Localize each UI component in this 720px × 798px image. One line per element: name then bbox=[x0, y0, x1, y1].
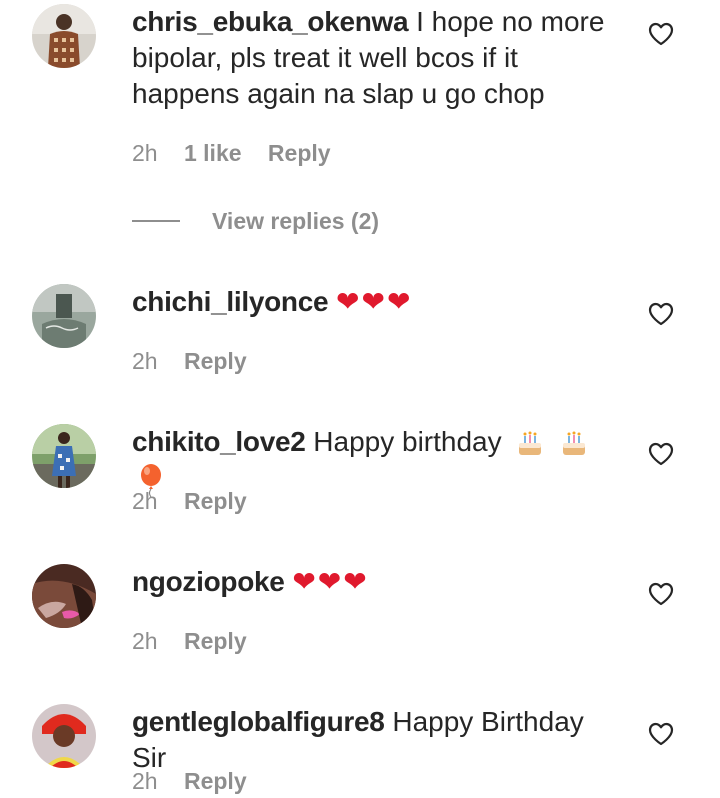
view-replies-button[interactable]: View replies (2) bbox=[132, 206, 379, 236]
comment-time: 2h bbox=[132, 628, 158, 654]
comment-time: 2h bbox=[132, 140, 158, 166]
comment-meta: 2h Reply bbox=[132, 768, 267, 795]
heart-outline-icon[interactable] bbox=[648, 582, 674, 606]
comment-time: 2h bbox=[132, 488, 158, 514]
comment-body: chris_ebuka_okenwa I hope no more bipola… bbox=[132, 4, 622, 112]
heart-outline-icon[interactable] bbox=[648, 302, 674, 326]
birthday-cake-emoji-icon bbox=[519, 431, 542, 455]
user-avatar-icon bbox=[32, 284, 96, 348]
user-avatar-icon bbox=[32, 564, 96, 628]
red-heart-emoji: ❤❤❤ bbox=[336, 285, 413, 318]
comment-username[interactable]: ngoziopoke bbox=[132, 566, 285, 597]
view-replies-label: View replies (2) bbox=[212, 207, 380, 234]
reply-button[interactable]: Reply bbox=[184, 768, 247, 794]
avatar[interactable] bbox=[32, 704, 96, 768]
comment-meta: 2h Reply bbox=[132, 348, 267, 375]
red-heart-emoji: ❤❤❤ bbox=[292, 565, 369, 598]
reply-button[interactable]: Reply bbox=[268, 140, 331, 166]
comment-body: chichi_lilyonce ❤❤❤ bbox=[132, 284, 622, 320]
avatar[interactable] bbox=[32, 4, 96, 68]
heart-outline-icon[interactable] bbox=[648, 722, 674, 746]
heart-outline-icon[interactable] bbox=[648, 22, 674, 46]
reply-button[interactable]: Reply bbox=[184, 488, 247, 514]
birthday-cake-emoji-icon bbox=[563, 431, 586, 455]
reply-button[interactable]: Reply bbox=[184, 348, 247, 374]
comment-time: 2h bbox=[132, 348, 158, 374]
divider bbox=[132, 220, 180, 222]
heart-outline-icon[interactable] bbox=[648, 442, 674, 466]
avatar[interactable] bbox=[32, 284, 96, 348]
comment-body: chikito_love2 Happy birthday bbox=[132, 424, 622, 497]
comment-body: ngoziopoke ❤❤❤ bbox=[132, 564, 622, 600]
comment-meta: 2h Reply bbox=[132, 628, 267, 655]
comment-username[interactable]: chikito_love2 bbox=[132, 426, 306, 457]
comment-username[interactable]: chris_ebuka_okenwa bbox=[132, 6, 409, 37]
avatar[interactable] bbox=[32, 424, 96, 488]
comment-username[interactable]: chichi_lilyonce bbox=[132, 286, 329, 317]
comment-text: Happy birthday bbox=[313, 426, 502, 457]
avatar[interactable] bbox=[32, 564, 96, 628]
comment-body: gentleglobalfigure8 Happy Birthday Sir bbox=[132, 704, 622, 776]
user-avatar-icon bbox=[32, 424, 96, 488]
comment-likes[interactable]: 1 like bbox=[184, 140, 242, 166]
user-avatar-icon bbox=[32, 4, 96, 68]
comment-meta: 2h 1 like Reply bbox=[132, 140, 351, 167]
comment-time: 2h bbox=[132, 768, 158, 794]
comment-username[interactable]: gentleglobalfigure8 bbox=[132, 706, 385, 737]
comment-meta: 2h Reply bbox=[132, 488, 267, 515]
user-avatar-icon bbox=[32, 704, 96, 768]
reply-button[interactable]: Reply bbox=[184, 628, 247, 654]
